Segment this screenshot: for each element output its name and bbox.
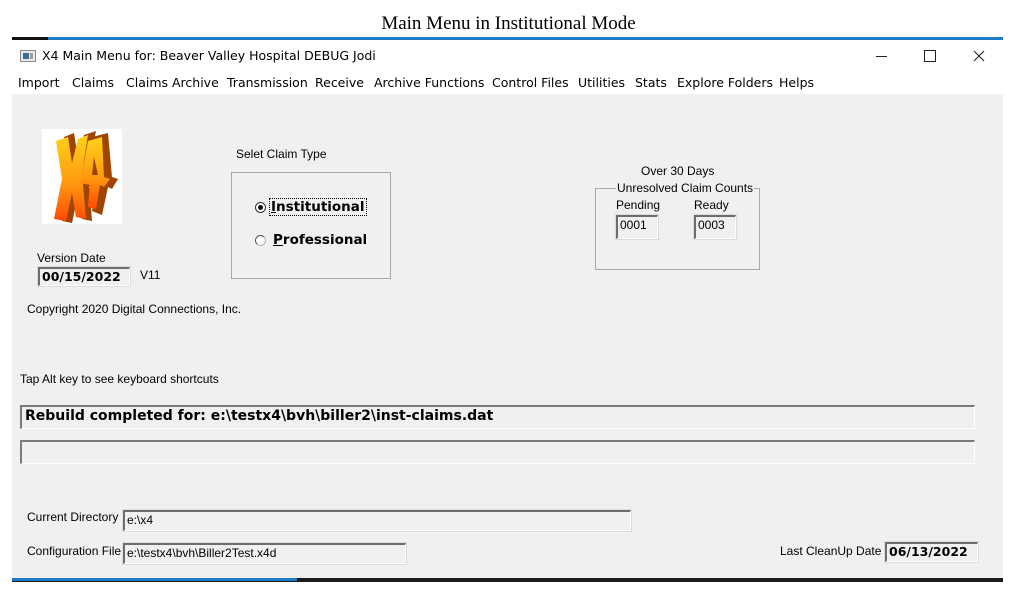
radio-professional-label[interactable]: Professional [273,232,367,248]
menu-import[interactable]: Import [18,75,60,90]
window-title: X4 Main Menu for: Beaver Valley Hospital… [42,48,376,63]
minimize-icon [875,55,887,57]
radio-institutional-label[interactable]: Institutional [269,198,367,216]
pending-label: Pending [616,198,661,212]
radio-institutional-button[interactable] [255,201,266,213]
claim-type-label: Selet Claim Type [236,147,327,161]
label-rest: nstitutional [276,199,365,215]
current-directory-field: e:\x4 [123,510,631,531]
pending-count-field: 0001 [616,215,658,239]
config-file-label: Configuration File [27,544,122,558]
main-window: X4 Main Menu for: Beaver Valley Hospital… [12,40,1003,578]
keyboard-hint: Tap Alt key to see keyboard shortcuts [20,372,219,386]
page-caption: Main Menu in Institutional Mode [381,13,636,34]
radio-institutional[interactable]: Institutional [255,198,367,216]
menu-receive[interactable]: Receive [315,75,364,90]
menu-utilities[interactable]: Utilities [578,75,625,90]
claim-type-group [231,172,391,279]
unresolved-group-label: Unresolved Claim Counts [616,181,755,195]
version-number: V11 [140,268,161,282]
close-button[interactable] [955,40,1003,72]
status-line-2 [20,440,975,464]
menu-explore-folders[interactable]: Explore Folders [677,75,773,90]
maximize-icon [924,50,936,62]
menu-control-files[interactable]: Control Files [492,75,569,90]
label-rest: rofessional [282,232,368,248]
menu-claims-archive[interactable]: Claims Archive [126,75,219,90]
ready-count-field: 0003 [694,215,736,239]
app-window-icon[interactable] [20,50,36,62]
minimize-button[interactable] [857,40,905,72]
status-line-1: Rebuild completed for: e:\testx4\bvh\bil… [20,405,975,429]
version-date-field: 00/15/2022 [38,267,130,286]
menu-bar: Import Claims Claims Archive Transmissio… [12,72,1003,94]
radio-professional-button[interactable] [255,234,266,246]
config-file-field: e:\testx4\bvh\Biller2Test.x4d [123,543,406,564]
ready-label: Ready [694,198,729,212]
last-cleanup-label: Last CleanUp Date [780,544,882,558]
title-bar: X4 Main Menu for: Beaver Valley Hospital… [12,40,1003,72]
over-30-days-heading: Over 30 Days [641,164,715,178]
radio-professional[interactable]: Professional [255,232,367,248]
menu-transmission[interactable]: Transmission [227,75,308,90]
menu-archive-functions[interactable]: Archive Functions [374,75,484,90]
x4-logo-icon [42,129,122,224]
current-directory-label: Current Directory [27,510,119,524]
close-icon [973,50,985,62]
maximize-button[interactable] [906,40,954,72]
taskbar-accent [12,578,297,581]
last-cleanup-field: 06/13/2022 [885,542,978,562]
menu-stats[interactable]: Stats [635,75,667,90]
mnemonic-p: P [273,232,283,248]
copyright-text: Copyright 2020 Digital Connections, Inc. [27,302,242,316]
menu-claims[interactable]: Claims [72,75,114,90]
version-date-label: Version Date [37,251,106,265]
menu-helps[interactable]: Helps [779,75,814,90]
